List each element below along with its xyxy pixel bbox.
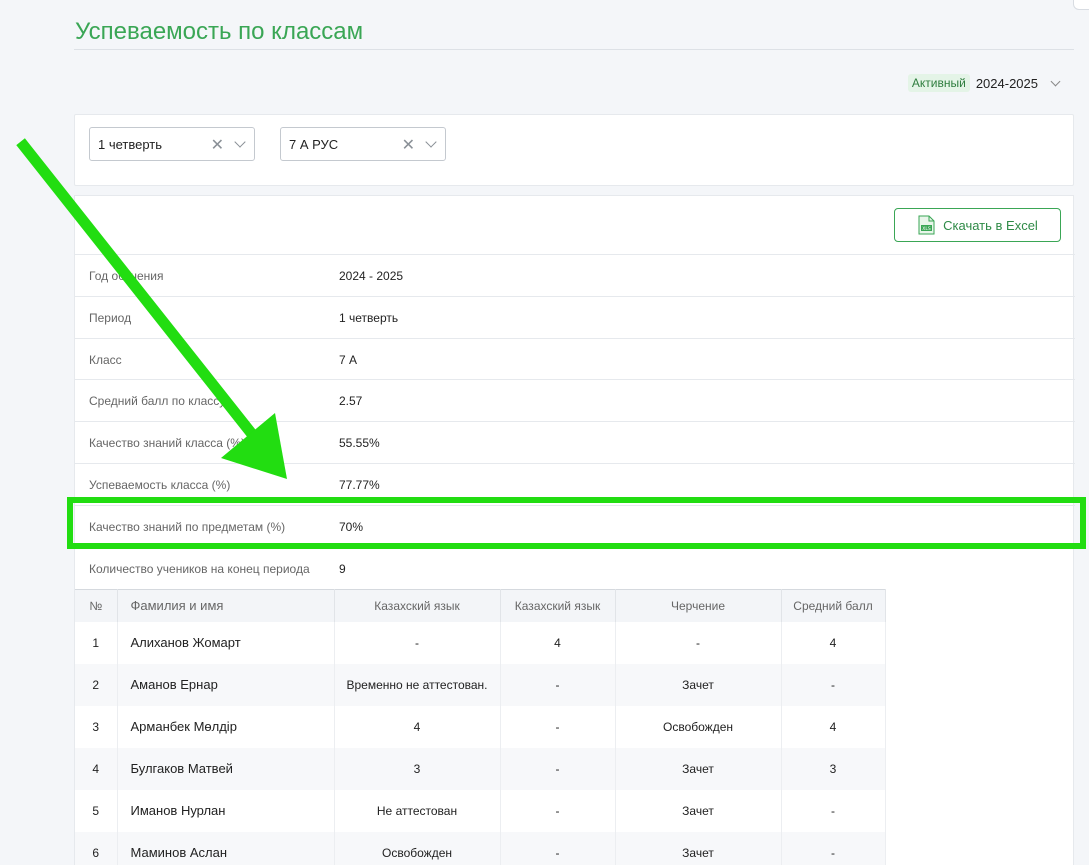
info-value: 9 <box>339 561 346 576</box>
info-value: 55.55% <box>339 435 380 450</box>
grade-cell: Зачет <box>615 663 782 706</box>
table-row: 1 Алиханов Жомарт - 4 - 4 <box>75 621 886 664</box>
grade-cell: - <box>500 789 616 832</box>
clear-period-icon[interactable]: ✕ <box>211 135 224 155</box>
info-value: 77.77% <box>339 477 380 492</box>
info-label: Успеваемость класса (%) <box>89 477 231 492</box>
student-name: Арманбек Мөлдір <box>117 705 335 748</box>
status-badge: Активный <box>907 74 970 92</box>
row-number: 3 <box>75 705 118 748</box>
corner-widget[interactable] <box>1073 0 1089 10</box>
info-value: 1 четверть <box>339 310 399 325</box>
grade-cell: 4 <box>334 705 501 748</box>
grade-cell: Временно не аттестован. <box>334 663 501 706</box>
table-row: 6 Маминов Аслан Освобожден - Зачет - <box>75 831 886 865</box>
grade-cell: 4 <box>500 621 616 664</box>
grade-cell: - <box>500 663 616 706</box>
grade-cell: Не аттестован <box>334 789 501 832</box>
column-header-name: Фамилия и имя <box>117 589 335 622</box>
class-select[interactable]: 7 А РУС ✕ <box>280 127 446 161</box>
info-row-class-quality: Качество знаний класса (%) 55.55% <box>75 421 1075 463</box>
info-label: Год обучения <box>89 268 164 283</box>
report-panel: XLS Скачать в Excel Год обучения 2024 - … <box>74 195 1075 865</box>
table-row: 5 Иманов Нурлан Не аттестован - Зачет - <box>75 789 886 832</box>
title-divider <box>74 49 1074 50</box>
clear-class-icon[interactable]: ✕ <box>402 135 415 155</box>
grade-cell: - <box>500 831 616 865</box>
row-number: 5 <box>75 789 118 832</box>
info-value: 2.57 <box>339 393 363 408</box>
grade-cell: - <box>334 621 501 664</box>
info-row-period: Период 1 четверть <box>75 296 1075 338</box>
column-header-subject: Казахский язык <box>500 589 616 622</box>
grade-cell: Освобожден <box>615 705 782 748</box>
period-select-value: 1 четверть <box>98 136 163 152</box>
student-name: Маминов Аслан <box>117 831 335 865</box>
table-row: 3 Арманбек Мөлдір 4 - Освобожден 4 <box>75 705 886 748</box>
grade-cell: Зачет <box>615 831 782 865</box>
info-row-year: Год обучения 2024 - 2025 <box>75 254 1075 296</box>
info-value: 70% <box>339 519 364 534</box>
grade-cell: Зачет <box>615 747 782 790</box>
info-label: Качество знаний класса (%) <box>89 435 245 450</box>
student-name: Иманов Нурлан <box>117 789 335 832</box>
excel-file-icon: XLS <box>918 215 935 235</box>
column-header-number: № <box>75 589 118 622</box>
student-name: Алиханов Жомарт <box>117 621 335 664</box>
student-name: Булгаков Матвей <box>117 747 335 790</box>
table-row: 4 Булгаков Матвей 3 - Зачет 3 <box>75 747 886 790</box>
info-label: Класс <box>89 352 122 367</box>
row-number: 2 <box>75 663 118 706</box>
grade-cell: - <box>615 621 782 664</box>
table-row: 2 Аманов Ернар Временно не аттестован. -… <box>75 663 886 706</box>
grade-cell: - <box>500 747 616 790</box>
grade-cell: - <box>500 705 616 748</box>
column-header-average: Средний балл <box>781 589 886 622</box>
average-cell: - <box>781 789 886 832</box>
chevron-down-icon[interactable] <box>425 136 437 148</box>
download-excel-label: Скачать в Excel <box>943 217 1038 233</box>
info-row-class-progress: Успеваемость класса (%) 77.77% <box>75 463 1075 505</box>
info-row-student-count: Количество учеников на конец периода 9 <box>75 547 1075 589</box>
page-title: Успеваемость по классам <box>75 18 364 45</box>
svg-text:XLS: XLS <box>922 226 931 232</box>
average-cell: - <box>781 831 886 865</box>
period-select[interactable]: 1 четверть ✕ <box>89 127 255 161</box>
column-header-subject: Черчение <box>615 589 782 622</box>
info-label: Количество учеников на конец периода <box>89 561 310 576</box>
info-value: 7 А <box>339 352 358 367</box>
student-name: Аманов Ернар <box>117 663 335 706</box>
chevron-down-icon[interactable] <box>234 136 246 148</box>
info-row-class: Класс 7 А <box>75 338 1075 380</box>
row-number: 4 <box>75 747 118 790</box>
grades-table: № Фамилия и имя Казахский язык Казахский… <box>75 589 886 865</box>
column-header-subject: Казахский язык <box>334 589 501 622</box>
class-select-value: 7 А РУС <box>289 136 339 152</box>
chevron-down-icon <box>1050 76 1061 86</box>
average-cell: 4 <box>781 705 886 748</box>
filter-panel: 1 четверть ✕ 7 А РУС ✕ <box>74 114 1074 186</box>
table-header-row: № Фамилия и имя Казахский язык Казахский… <box>75 589 886 622</box>
info-row-subject-quality: Качество знаний по предметам (%) 70% <box>75 505 1075 547</box>
year-value: 2024-2025 <box>975 75 1038 91</box>
info-row-average: Средний балл по классу 2.57 <box>75 379 1075 421</box>
average-cell: - <box>781 663 886 706</box>
info-label: Период <box>89 310 132 325</box>
info-label: Качество знаний по предметам (%) <box>89 519 286 534</box>
row-number: 1 <box>75 621 118 664</box>
average-cell: 3 <box>781 747 886 790</box>
grade-cell: 3 <box>334 747 501 790</box>
info-value: 2024 - 2025 <box>339 268 404 283</box>
download-excel-button[interactable]: XLS Скачать в Excel <box>894 208 1061 242</box>
grade-cell: Зачет <box>615 789 782 832</box>
info-label: Средний балл по классу <box>89 393 226 408</box>
academic-year-selector[interactable]: Активный 2024-2025 <box>907 74 1065 92</box>
grade-cell: Освобожден <box>334 831 501 865</box>
row-number: 6 <box>75 831 118 865</box>
average-cell: 4 <box>781 621 886 664</box>
